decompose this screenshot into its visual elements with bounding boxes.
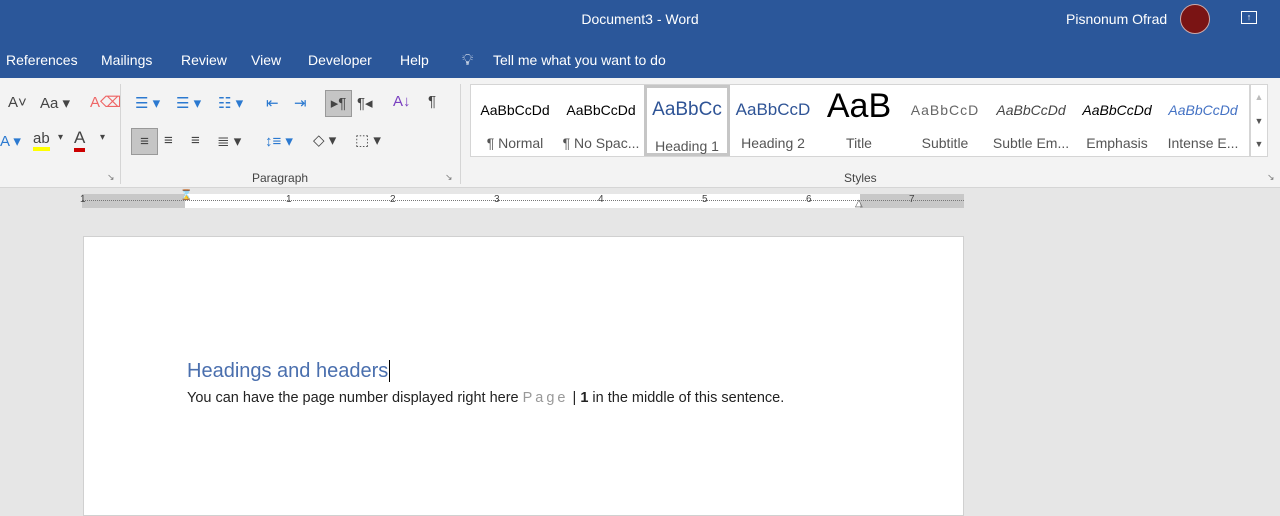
text-cursor: ​ — [389, 360, 391, 382]
style-no-spacing[interactable]: AaBbCcDd ¶ No Spac... — [558, 85, 644, 156]
paragraph-dialog-launcher-icon[interactable]: ↘ — [445, 172, 453, 183]
rtl-direction-icon[interactable]: ¶◂ — [357, 94, 373, 112]
page-label: Page — [522, 390, 569, 406]
align-left-button[interactable]: ≡ — [131, 128, 158, 155]
lightbulb-icon: 💡︎ — [462, 52, 474, 69]
styles-scrollbar[interactable]: ▲ ▼ ▼ — [1250, 84, 1268, 157]
style-intense-emphasis[interactable]: AaBbCcDd Intense E... — [1160, 85, 1246, 156]
text-effects-icon[interactable]: A ▾ — [0, 132, 21, 150]
style-title[interactable]: AaB Title — [816, 85, 902, 156]
borders-icon[interactable]: ⬚ ▾ — [355, 131, 381, 149]
user-name[interactable]: Pisnonum Ofrad — [1066, 11, 1167, 27]
justify-icon[interactable]: ≣ ▾ — [217, 132, 241, 150]
numbering-icon[interactable]: ☰ ▾ — [176, 94, 201, 112]
tab-developer[interactable]: Developer — [308, 52, 372, 68]
clear-formatting-icon[interactable]: A⌫ — [90, 93, 121, 111]
style-normal[interactable]: AaBbCcDd ¶ Normal — [472, 85, 558, 156]
decrease-indent-icon[interactable]: ⇤ — [266, 94, 279, 112]
first-line-indent-marker[interactable]: ⌛ — [180, 190, 192, 201]
more-styles-icon[interactable]: ▼ — [1251, 133, 1267, 156]
styles-gallery: AaBbCcDd ¶ Normal AaBbCcDd ¶ No Spac... Aa… — [470, 84, 1250, 157]
avatar[interactable] — [1180, 4, 1210, 34]
style-subtle-emphasis[interactable]: AaBbCcDd Subtle Em... — [988, 85, 1074, 156]
highlight-color-icon[interactable]: ab — [33, 130, 50, 151]
sort-icon[interactable]: A↓ — [393, 93, 411, 110]
font-dialog-launcher-icon[interactable]: ↘ — [107, 172, 115, 183]
shading-icon[interactable]: ◇ ▾ — [313, 131, 336, 149]
ltr-direction-button[interactable]: ▸¶ — [325, 90, 352, 117]
tab-mailings[interactable]: Mailings — [101, 52, 152, 68]
font-color-icon[interactable]: A — [74, 128, 86, 152]
align-center-icon[interactable]: ≡ — [164, 132, 173, 149]
group-label-paragraph: Paragraph — [252, 171, 309, 185]
scroll-up-icon[interactable]: ▲ — [1251, 85, 1267, 109]
show-formatting-marks-icon[interactable]: ¶ — [428, 93, 436, 110]
document-page[interactable]: Headings and headers​ You can have the p… — [83, 236, 964, 516]
scroll-down-icon[interactable]: ▼ — [1251, 109, 1267, 133]
align-right-icon[interactable]: ≡ — [191, 132, 200, 149]
style-heading-1[interactable]: AaBbCc Heading 1 — [644, 85, 730, 156]
style-subtitle[interactable]: AaBbCcD Subtitle — [902, 85, 988, 156]
tab-review[interactable]: Review — [181, 52, 227, 68]
styles-dialog-launcher-icon[interactable]: ↘ — [1267, 172, 1275, 183]
multilevel-list-icon[interactable]: ☷ ▾ — [218, 94, 243, 112]
horizontal-ruler[interactable]: 1 1 2 3 4 5 6 7 ⌛ △ — [80, 190, 964, 209]
increase-indent-icon[interactable]: ⇥ — [294, 94, 307, 112]
style-heading-2[interactable]: AaBbCcD Heading 2 — [730, 85, 816, 156]
title-bar: Document3 - Word Pisnonum Ofrad ↑ Refere… — [0, 0, 1280, 78]
tab-references[interactable]: References — [6, 52, 78, 68]
document-paragraph[interactable]: You can have the page number displayed r… — [187, 390, 784, 406]
document-heading[interactable]: Headings and headers​ — [187, 360, 391, 383]
line-spacing-icon[interactable]: ↕≡ ▾ — [265, 132, 293, 150]
group-label-styles: Styles — [844, 171, 877, 185]
tell-me-search[interactable]: Tell me what you want to do — [493, 52, 666, 68]
tab-view[interactable]: View — [251, 52, 281, 68]
tab-help[interactable]: Help — [400, 52, 429, 68]
shrink-font-icon[interactable]: A˅ — [8, 94, 27, 111]
style-emphasis[interactable]: AaBbCcDd Emphasis — [1074, 85, 1160, 156]
right-indent-marker[interactable]: △ — [855, 198, 863, 209]
change-case-icon[interactable]: Aa ▾ — [40, 94, 70, 112]
ribbon-display-options-icon[interactable]: ↑ — [1241, 11, 1257, 24]
bullets-icon[interactable]: ☰ ▾ — [135, 94, 160, 112]
